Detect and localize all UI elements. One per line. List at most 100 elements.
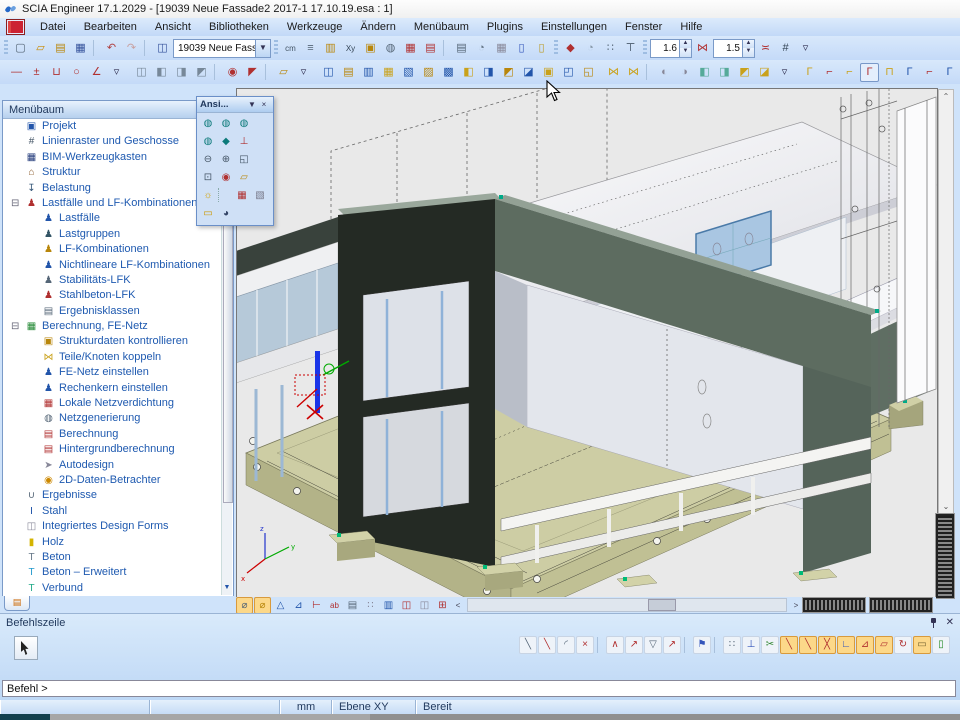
toolbar-overflow-icon[interactable]: ▿ (796, 39, 815, 58)
undo-icon[interactable]: ↶ (102, 39, 121, 58)
node-scale-icon[interactable]: ⋈ (693, 39, 712, 58)
import-folder-icon[interactable]: ▱ (274, 63, 293, 82)
subregion-tool-icon[interactable]: ◨ (479, 63, 498, 82)
toolbar-overflow-icon[interactable]: ▿ (107, 63, 126, 82)
tree-item-berechnung-fe-netz[interactable]: ⊟▦Berechnung, FE-Netz (3, 319, 221, 334)
toolbar-grip[interactable] (643, 40, 647, 56)
selection-cursor-button[interactable] (14, 636, 38, 660)
tree-item-lastfaelle[interactable]: ⊟♟Lastfälle (3, 211, 221, 226)
palette-close-icon[interactable]: × (258, 100, 270, 109)
tree-item-hintergrundberechnung[interactable]: ⊟▤Hintergrundberechnung (3, 442, 221, 457)
frame-corner3-icon[interactable]: ⌐ (840, 63, 859, 82)
status-plane[interactable]: Ebene XY (332, 700, 416, 714)
tree-expander-icon[interactable]: ⊟ (11, 196, 24, 211)
tree-item-rechenkern[interactable]: ⊟♟Rechenkern einstellen (3, 381, 221, 396)
dimension-style-icon[interactable]: ⊤ (621, 39, 640, 58)
copy-add-icon[interactable]: ◧ (152, 63, 171, 82)
snap-polygon-icon[interactable]: ▱ (875, 636, 893, 654)
tree-item-teile-knoten[interactable]: ⊟⋈Teile/Knoten koppeln (3, 350, 221, 365)
plate-tool-icon[interactable]: ▧ (399, 63, 418, 82)
snap-point-icon[interactable]: ↗ (625, 636, 643, 654)
tree-item-projekt[interactable]: ⊟▣Projekt (3, 119, 221, 134)
view-settings-icon[interactable]: ▦ (233, 187, 251, 205)
scroll-down-icon[interactable]: ⌄ (939, 500, 953, 514)
scale-spinner-1[interactable]: 1.6 ▲▼ (650, 39, 692, 58)
paste-icon[interactable]: ◨ (172, 63, 191, 82)
frame-portal-icon[interactable]: ⊓ (880, 63, 899, 82)
view-top-icon[interactable]: ◍ (199, 115, 217, 133)
truss-tool-icon[interactable]: ◰ (559, 63, 578, 82)
ucs-view-icon[interactable]: ⊥ (235, 133, 253, 151)
shell-tool-icon[interactable]: ▩ (439, 63, 458, 82)
intpoint-tool-icon[interactable]: ◩ (499, 63, 518, 82)
layers-icon[interactable]: ≡ (301, 39, 320, 58)
frame-tool-icon[interactable]: ◱ (579, 63, 598, 82)
rotate-horizontal-bar-2[interactable] (870, 598, 932, 612)
tree-item-beton[interactable]: ⊟TBeton (3, 550, 221, 565)
project-manager-icon[interactable]: ◫ (153, 39, 172, 58)
snap-intersection-icon[interactable]: ╳ (818, 636, 836, 654)
number-format-icon[interactable]: # (776, 39, 795, 58)
wireframe-icon[interactable]: ▧ (251, 187, 269, 205)
menu-menuebaum[interactable]: Menübaum (405, 18, 478, 36)
viewport-hscrollbar-thumb[interactable] (648, 599, 676, 611)
cross-link-icon[interactable]: ⋈ (604, 63, 623, 82)
view-side-icon[interactable]: ◍ (235, 115, 253, 133)
view-front-icon[interactable]: ◍ (217, 115, 235, 133)
combobox-dropdown-icon[interactable]: ▼ (255, 40, 270, 57)
project-selector-combobox[interactable]: 19039 Neue Fassad ▼ (173, 39, 271, 58)
wall-tool-icon[interactable]: ▨ (419, 63, 438, 82)
spinner-arrows[interactable]: ▲▼ (679, 40, 691, 57)
units-icon[interactable]: cm (281, 39, 300, 58)
tree-item-lastgruppen[interactable]: ⊟♟Lastgruppen (3, 227, 221, 242)
view-parameters-icon[interactable]: ◕ (217, 205, 235, 223)
show-model-data-icon[interactable]: ▤ (344, 597, 361, 614)
tree-item-2d-daten-betrachter[interactable]: ⊟◉2D-Daten-Betrachter (3, 473, 221, 488)
tree-item-bim[interactable]: ⊟▦BIM-Werkzeugkasten (3, 150, 221, 165)
tree-item-belastung[interactable]: ⊟↧Belastung (3, 181, 221, 196)
snap-endpoint-icon[interactable]: ╲ (799, 636, 817, 654)
tree-expander-icon[interactable]: ⊟ (11, 319, 24, 334)
snap-node-icon[interactable]: ∧ (606, 636, 624, 654)
pin-icon[interactable] (928, 618, 938, 628)
menu-datei[interactable]: Datei (31, 18, 75, 36)
new-document-icon[interactable]: ▢ (11, 39, 30, 58)
support-point-icon[interactable]: ◩ (735, 63, 754, 82)
redo-icon[interactable]: ↷ (122, 39, 141, 58)
snap-ruler-icon[interactable]: ▭ (913, 636, 931, 654)
frame-corner1-icon[interactable]: Γ (800, 63, 819, 82)
draw-plusminus-icon[interactable]: ± (27, 63, 46, 82)
show-loads-icon[interactable]: ⊿ (290, 597, 307, 614)
paste-special-icon[interactable]: ◩ (192, 63, 211, 82)
view-eye-icon[interactable]: ◉ (223, 63, 242, 82)
snap-arc-center-icon[interactable]: ↻ (894, 636, 912, 654)
draw-clamp-icon[interactable]: ⊔ (47, 63, 66, 82)
snap-poly-icon[interactable]: ▽ (644, 636, 662, 654)
support-node-icon[interactable]: ◧ (695, 63, 714, 82)
menu-ansicht[interactable]: Ansicht (146, 18, 200, 36)
rib-tool-icon[interactable]: ▥ (359, 63, 378, 82)
tree-item-struktur[interactable]: ⊟⌂Struktur (3, 165, 221, 180)
toolbar-overflow-icon[interactable]: ▿ (775, 63, 794, 82)
dot-grid-snap-icon[interactable]: ∷ (723, 636, 741, 654)
column-tool-icon[interactable]: ◫ (319, 63, 338, 82)
draw-circle-icon[interactable]: ○ (67, 63, 86, 82)
load-display-scale-icon[interactable]: ≍ (756, 39, 775, 58)
toolbar-overflow-icon[interactable]: ▿ (294, 63, 313, 82)
tree-item-lastfaelle-lfk[interactable]: ⊟♟Lastfälle und LF-Kombinationen (3, 196, 221, 211)
zoom-out-icon[interactable]: ⊖ (199, 151, 217, 169)
frame-corner6-icon[interactable]: ⌐ (920, 63, 939, 82)
open-project-icon[interactable]: ▱ (31, 39, 50, 58)
scroll-up-icon[interactable]: ⌃ (939, 90, 953, 104)
frame-corner2-icon[interactable]: ⌐ (820, 63, 839, 82)
menu-werkzeuge[interactable]: Werkzeuge (278, 18, 351, 36)
copy-icon[interactable]: ◫ (132, 63, 151, 82)
cursor-snap-icon[interactable]: ⚑ (693, 636, 711, 654)
dot-raster-icon[interactable]: ∷ (601, 39, 620, 58)
close-icon[interactable]: ✕ (946, 617, 954, 628)
opening-tool-icon[interactable]: ◧ (459, 63, 478, 82)
report-template-icon[interactable]: ▤ (421, 39, 440, 58)
save-all-icon[interactable]: ▤ (51, 39, 70, 58)
tree-item-fe-netz[interactable]: ⊟♟FE-Netz einstellen (3, 365, 221, 380)
hinge-end-icon[interactable]: ◑ (675, 63, 694, 82)
